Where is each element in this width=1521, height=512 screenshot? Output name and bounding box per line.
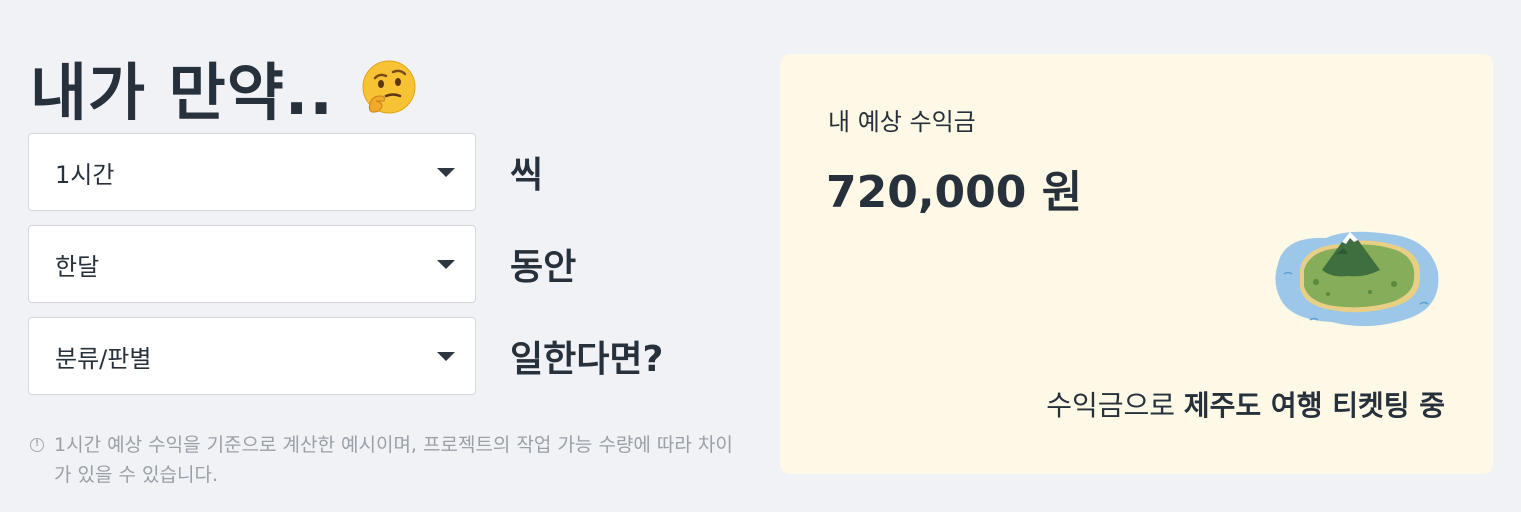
chevron-down-icon (437, 351, 455, 361)
period-select[interactable]: 한달 (28, 225, 476, 303)
period-row: 한달 동안 (28, 225, 576, 303)
hours-select-value: 1시간 (55, 160, 115, 189)
disclaimer-note: ! 1시간 예상 수익을 기준으로 계산한 예시이며, 프로젝트의 작업 가능 … (30, 430, 750, 490)
period-suffix: 동안 (510, 247, 577, 288)
task-type-select[interactable]: 분류/판별 (28, 317, 476, 395)
chevron-down-icon (437, 259, 455, 269)
task-type-suffix: 일한다면? (510, 339, 664, 380)
disclaimer-text: 1시간 예상 수익을 기준으로 계산한 예시이며, 프로젝트의 작업 가능 수량… (54, 434, 733, 486)
earnings-caption: 수익금으로 제주도 여행 티켓팅 중 (1046, 384, 1445, 424)
page-title: 내가 만약.. (30, 42, 418, 132)
result-card: 내 예상 수익금 720,000 원 수익금으로 제주도 여행 티켓팅 중 (780, 54, 1493, 474)
earnings-caption-prefix: 수익금으로 (1046, 389, 1184, 422)
chevron-down-icon (437, 167, 455, 177)
expected-earnings-label: 내 예상 수익금 (828, 108, 976, 136)
page-title-text: 내가 만약.. (30, 56, 334, 129)
task-type-row: 분류/판별 일한다면? (28, 317, 663, 395)
expected-earnings-amount: 720,000 원 (826, 167, 1083, 218)
hours-select[interactable]: 1시간 (28, 133, 476, 211)
earnings-caption-highlight: 제주도 여행 티켓팅 중 (1183, 389, 1445, 422)
hours-suffix: 씩 (510, 155, 544, 196)
task-type-select-value: 분류/판별 (55, 344, 152, 373)
info-icon: ! (30, 438, 44, 452)
hours-row: 1시간 씩 (28, 133, 543, 211)
earnings-calculator: 내가 만약.. 1시간 씩 한달 동안 분류/판별 일한다면? ! 1시간 예상… (0, 0, 1521, 512)
thinking-face-icon (360, 58, 418, 116)
period-select-value: 한달 (55, 252, 100, 281)
island-icon (1270, 224, 1442, 330)
